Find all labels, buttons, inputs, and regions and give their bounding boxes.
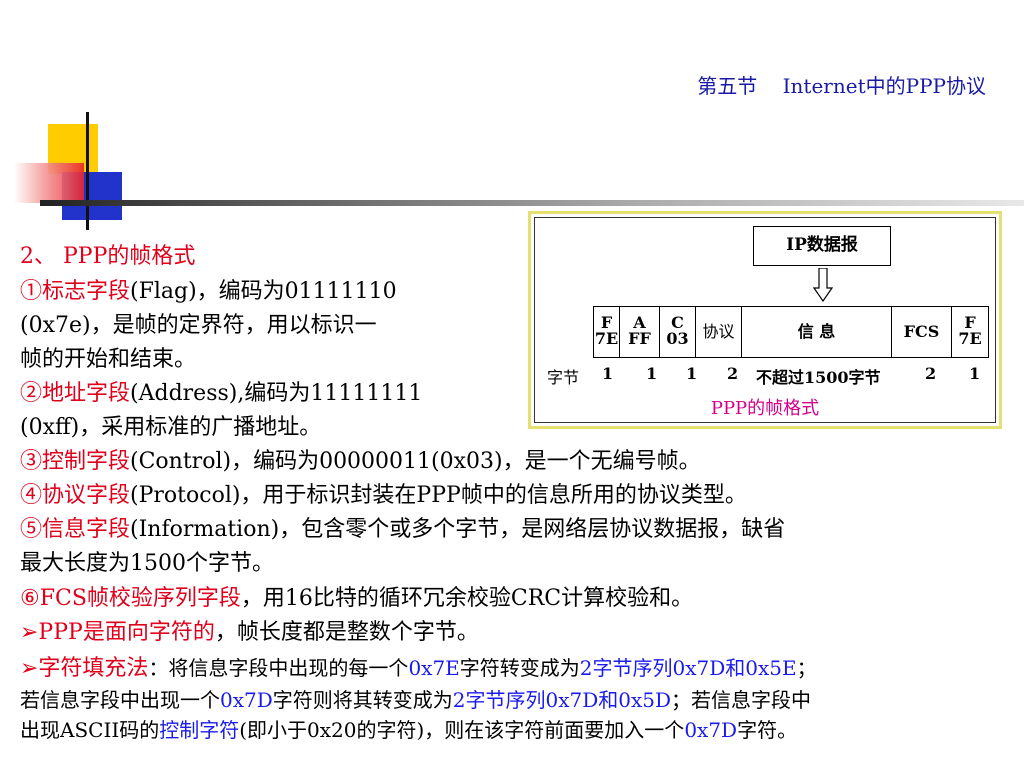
section-heading: 2、 PPP的帧格式 [20, 244, 196, 269]
protocol-cell: 协议 [696, 307, 742, 357]
cell-bottom: 7E [958, 329, 982, 348]
addr-text: (Address),编码为11111111 [130, 381, 423, 406]
stuff-sequence: 2字节序列0x7D和0x5E [579, 656, 797, 680]
header-divider [40, 200, 1024, 206]
stuff-code: 0x7E [408, 656, 460, 680]
bytes-control: 1 [686, 364, 698, 383]
flag-line-2: (0x7e)，是帧的定界符，用以标识一 [20, 313, 377, 338]
fcs-line: ⑥FCS帧校验序列字段，用16比特的循环冗余校验CRC计算校验和。 [20, 580, 693, 612]
addr-label: ②地址字段 [20, 381, 131, 406]
bytes-flag-end: 1 [969, 364, 981, 383]
info-line-2: 最大长度为1500个字节。 [20, 551, 274, 576]
info-line-1: ⑤信息字段(Information)，包含零个或多个字节，是网络层协议数据报，缺… [20, 511, 785, 543]
proto-text: (Protocol)，用于标识封装在PPP帧中的信息所用的协议类型。 [130, 483, 747, 508]
flag-line-1: ①标志字段(Flag)，编码为01111110 [20, 273, 397, 305]
fcs-cell: FCS [892, 307, 952, 357]
stuff-label: ➢字符填充法 [20, 656, 149, 681]
cell-bottom: 7E [594, 329, 619, 348]
bytes-fcs: 2 [925, 364, 937, 383]
ctrl-text: (Control)，编码为00000011(0x03)，是一个无编号帧。 [130, 449, 701, 474]
info-label: ⑤信息字段 [20, 517, 131, 542]
proto-label: ④协议字段 [20, 483, 131, 508]
bytes-information: 不超过1500字节 [756, 368, 881, 387]
stuff-text: ：将信息字段中出现的每一个 [148, 656, 409, 680]
stuff-text: 若信息字段中出现一个 [20, 688, 220, 712]
bytes-label: 字节 [547, 368, 580, 387]
char-line: ➢PPP是面向字符的，帧长度都是整数个字节。 [20, 614, 479, 646]
flag-line-3: 帧的开始和结束。 [20, 347, 197, 372]
flag-text: (Flag)，编码为01111110 [130, 279, 397, 304]
down-arrow-icon [813, 268, 833, 302]
char-label: ➢PPP是面向字符的 [20, 620, 215, 645]
information-cell: 信 息 [742, 307, 892, 357]
diagram-caption: PPP的帧格式 [710, 398, 820, 419]
flag-end-cell: F 7E [952, 307, 988, 357]
flag-label: ①标志字段 [20, 279, 131, 304]
address-cell: A FF [620, 307, 660, 357]
frame-fields: F 7E A FF C 03 协议 信 息 FCS F 7E [593, 306, 989, 358]
cell-bottom: 03 [666, 329, 689, 348]
decorative-logo [0, 0, 1024, 230]
ctrl-label: ③控制字段 [20, 449, 131, 474]
ip-datagram-box: IP数据报 [753, 226, 891, 266]
proto-line: ④协议字段(Protocol)，用于标识封装在PPP帧中的信息所用的协议类型。 [20, 477, 747, 509]
ppp-frame-diagram: IP数据报 F 7E A FF C 03 协议 信 息 FCS F 7E 字节 … [528, 211, 1002, 429]
logo-vertical-line [86, 112, 89, 230]
bytes-flag-start: 1 [602, 364, 614, 383]
bytes-protocol: 2 [727, 364, 739, 383]
stuff-text: 字符。 [737, 718, 798, 742]
stuff-text: ；若信息字段中 [671, 688, 812, 712]
control-cell: C 03 [660, 307, 696, 357]
stuff-text: 字符则将其转变成为 [272, 688, 453, 712]
addr-line-1: ②地址字段(Address),编码为11111111 [20, 375, 422, 407]
stuff-text: ； [796, 656, 817, 680]
stuff-sequence: 2字节序列0x7D和0x5D [452, 688, 672, 712]
stuff-code: 0x7D [220, 688, 273, 712]
fcs-text: ，用16比特的循环冗余校验CRC计算校验和。 [240, 586, 694, 611]
stuff-code: 0x7D [684, 718, 738, 742]
stuff-line-1: ➢字符填充法：将信息字段中出现的每一个0x7E字符转变成为2字节序列0x7D和0… [20, 650, 817, 682]
char-text: ，帧长度都是整数个字节。 [214, 620, 479, 645]
stuff-control-char: 控制字符 [159, 718, 240, 742]
addr-line-2: (0xff)，采用标准的广播地址。 [20, 415, 322, 440]
bytes-address: 1 [646, 364, 658, 383]
logo-red-square [14, 163, 84, 203]
stuff-text: 字符转变成为 [459, 656, 580, 680]
info-text: (Information)，包含零个或多个字节，是网络层协议数据报，缺省 [130, 517, 786, 542]
stuff-text: 出现ASCII码的 [20, 718, 160, 742]
fcs-label: ⑥FCS帧校验序列字段 [20, 586, 241, 611]
stuff-text: (即小于0x20的字符)，则在该字符前面要加入一个 [239, 718, 685, 742]
stuff-line-3: 出现ASCII码的控制字符(即小于0x20的字符)，则在该字符前面要加入一个0x… [20, 714, 797, 743]
stuff-line-2: 若信息字段中出现一个0x7D字符则将其转变成为2字节序列0x7D和0x5D；若信… [20, 684, 811, 713]
cell-bottom: FF [628, 329, 651, 348]
flag-start-cell: F 7E [594, 307, 620, 357]
ctrl-line: ③控制字段(Control)，编码为00000011(0x03)，是一个无编号帧… [20, 443, 701, 475]
